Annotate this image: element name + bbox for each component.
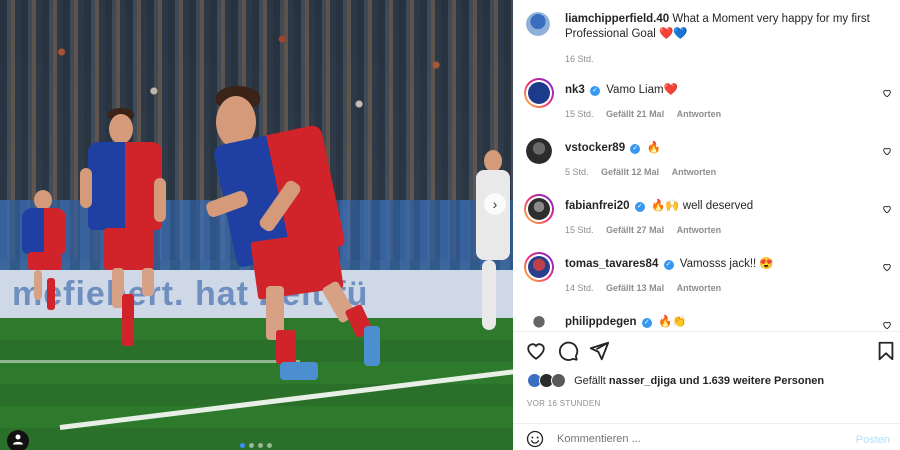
comment-username[interactable]: fabianfrei20 (565, 200, 630, 212)
player-opponent (470, 150, 510, 340)
comment-username[interactable]: tomas_tavares84 (565, 258, 658, 270)
player-background (20, 190, 80, 320)
comment-time: 5 Std. (565, 167, 589, 177)
carousel-dot (267, 443, 272, 448)
comment-form: Posten (513, 424, 900, 450)
like-comment-heart-icon[interactable] (882, 262, 892, 272)
like-comment-heart-icon[interactable] (882, 88, 892, 98)
like-comment-heart-icon[interactable] (882, 146, 892, 156)
comment-likes[interactable]: Gefällt 12 Mal (601, 167, 659, 177)
comment-icon[interactable] (557, 340, 579, 362)
comment-item: tomas_tavares84 ✓ Vamosss jack!! 😍 14 St… (513, 252, 900, 302)
comment-meta: 15 Std. Gefällt 27 Mal Antworten (565, 225, 721, 235)
comment-avatar[interactable] (524, 252, 554, 282)
verified-icon: ✓ (630, 144, 641, 154)
comments-scroll-area[interactable]: liamchipperfield.40 What a Moment very h… (513, 0, 900, 331)
carousel-dot (240, 443, 245, 448)
comment-time: 15 Std. (565, 225, 594, 235)
comment-username[interactable]: vstocker89 (565, 142, 625, 154)
comment-avatar[interactable] (526, 314, 552, 331)
comment-item: philippdegen ✓ 🔥👏 (513, 310, 900, 331)
comment-meta: 14 Std. Gefällt 13 Mal Antworten (565, 283, 721, 293)
comment-meta: 5 Std. Gefällt 12 Mal Antworten (565, 167, 716, 177)
player-teammate (80, 108, 182, 360)
likes-prefix: Gefällt (574, 375, 606, 387)
comment-item: nk3 ✓ Vamo Liam❤️ 15 Std. Gefällt 21 Mal… (513, 78, 900, 128)
comment-text: 🔥🙌 well deserved (650, 200, 754, 212)
comment-item: vstocker89 ✓ 🔥 5 Std. Gefällt 12 Mal Ant… (513, 136, 900, 186)
bookmark-icon[interactable] (875, 340, 897, 362)
comment-text: 🔥👏 (657, 316, 687, 328)
author-avatar[interactable] (526, 12, 550, 36)
comment-time: 15 Std. (565, 109, 594, 119)
post-comment-button[interactable]: Posten (856, 434, 890, 446)
verified-icon: ✓ (641, 318, 652, 328)
comment-avatar[interactable] (524, 78, 554, 108)
comment-time: 14 Std. (565, 283, 594, 293)
comment-reply-button[interactable]: Antworten (677, 283, 722, 293)
comment-likes[interactable]: Gefällt 21 Mal (606, 109, 664, 119)
post-actions (525, 340, 897, 364)
likes-summary: Gefällt nasser_djiga und 1.639 weitere P… (527, 373, 824, 389)
comment-avatar[interactable] (526, 138, 552, 164)
like-comment-heart-icon[interactable] (882, 320, 892, 330)
tagged-users-button[interactable] (7, 430, 29, 450)
emoji-icon[interactable] (526, 430, 544, 448)
comment-likes[interactable]: Gefällt 13 Mal (606, 283, 664, 293)
comment-reply-button[interactable]: Antworten (672, 167, 717, 177)
comment-item: fabianfrei20 ✓ 🔥🙌 well deserved 15 Std. … (513, 194, 900, 244)
comment-likes[interactable]: Gefällt 27 Mal (606, 225, 664, 235)
carousel-dot (258, 443, 263, 448)
caption-emoji: ❤️💙 (658, 28, 688, 40)
post-sidebar: liamchipperfield.40 What a Moment very h… (513, 0, 900, 450)
share-icon[interactable] (588, 340, 610, 362)
likes-user[interactable]: nasser_djiga (609, 375, 676, 387)
comment-reply-button[interactable]: Antworten (677, 225, 722, 235)
comment-text: 🔥 (646, 142, 661, 154)
post-caption: liamchipperfield.40 What a Moment very h… (565, 12, 885, 42)
comment-username[interactable]: nk3 (565, 84, 585, 96)
post-photo[interactable]: mefiebert. hat Zeit fü › (0, 0, 513, 450)
user-icon (13, 434, 23, 445)
comment-username[interactable]: philippdegen (565, 316, 637, 328)
comment-meta: 15 Std. Gefällt 21 Mal Antworten (565, 109, 721, 119)
liker-avatars[interactable] (527, 373, 567, 389)
comment-reply-button[interactable]: Antworten (677, 109, 722, 119)
divider (513, 331, 900, 332)
comment-text: Vamosss jack!! 😍 (679, 258, 774, 270)
heart-icon[interactable] (525, 340, 547, 362)
post-time: 16 Std. (565, 54, 594, 64)
verified-icon: ✓ (590, 86, 601, 96)
carousel-next-button[interactable]: › (484, 193, 506, 215)
carousel-dots (240, 443, 272, 448)
post-timestamp[interactable]: VOR 16 STUNDEN (527, 399, 601, 408)
verified-icon: ✓ (634, 202, 645, 212)
player-celebrating (200, 86, 390, 396)
likes-suffix[interactable]: und 1.639 weitere Personen (679, 375, 824, 387)
author-username[interactable]: liamchipperfield.40 (565, 13, 669, 25)
verified-icon: ✓ (663, 260, 674, 270)
comment-text: Vamo Liam❤️ (606, 84, 678, 96)
comment-input[interactable] (557, 433, 837, 445)
comment-avatar[interactable] (524, 194, 554, 224)
carousel-dot (249, 443, 254, 448)
like-comment-heart-icon[interactable] (882, 204, 892, 214)
